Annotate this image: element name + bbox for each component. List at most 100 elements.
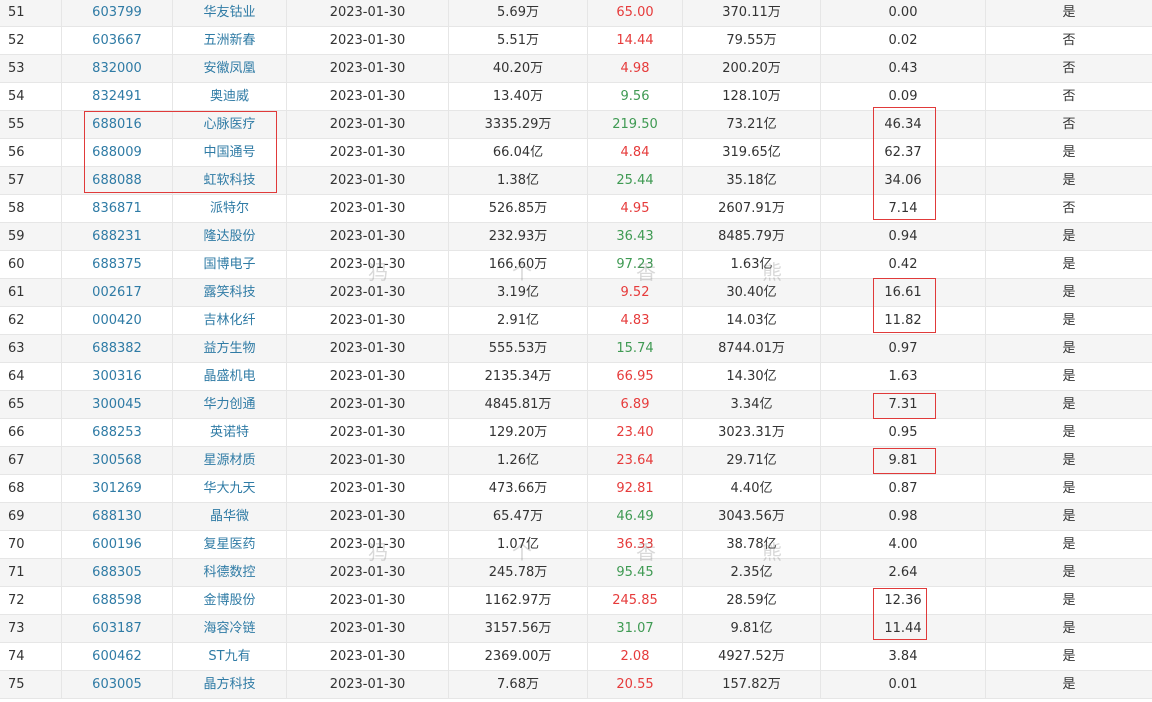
date-cell: 2023-01-30 (287, 643, 449, 670)
stock-code-link[interactable]: 688382 (62, 335, 173, 362)
stock-name-link[interactable]: 吉林化纤 (173, 307, 287, 334)
row-index: 56 (0, 139, 62, 166)
stock-code-link[interactable]: 603005 (62, 671, 173, 698)
value-cell: 0.97 (821, 335, 986, 362)
stock-name-link[interactable]: 国博电子 (173, 251, 287, 278)
stock-name-link[interactable]: 心脉医疗 (173, 111, 287, 138)
flag-cell: 是 (1062, 369, 1076, 384)
amount-cell: 3023.31万 (683, 419, 821, 446)
date-cell: 2023-01-30 (287, 503, 449, 530)
flag-cell: 是 (1062, 257, 1076, 272)
stock-code-link[interactable]: 688009 (62, 139, 173, 166)
volume-cell: 232.93万 (449, 223, 588, 250)
stock-name-link[interactable]: 派特尔 (173, 195, 287, 222)
table-row: 68 301269 华大九天 2023-01-30 473.66万 92.81 4.40亿 0… (0, 475, 1152, 503)
stock-name-link[interactable]: 华大九天 (173, 475, 287, 502)
stock-name-link[interactable]: 晶华微 (173, 503, 287, 530)
stock-name-link[interactable]: 益方生物 (173, 335, 287, 362)
stock-code-link[interactable]: 000420 (62, 307, 173, 334)
stock-name-link[interactable]: 中国通号 (173, 139, 287, 166)
stock-code-link[interactable]: 600196 (62, 531, 173, 558)
table-row: 56 688009 中国通号 2023-01-30 66.04亿 4.84 319.65亿 6… (0, 139, 1152, 167)
stock-name-link[interactable]: 复星医药 (173, 531, 287, 558)
stock-code-link[interactable]: 688598 (62, 587, 173, 614)
stock-code-link[interactable]: 603667 (62, 27, 173, 54)
stock-code-link[interactable]: 688088 (62, 167, 173, 194)
stock-name-link[interactable]: 科德数控 (173, 559, 287, 586)
stock-name-link[interactable]: 英诺特 (173, 419, 287, 446)
value-cell: 0.98 (821, 503, 986, 530)
amount-cell: 73.21亿 (683, 111, 821, 138)
flag-cell: 是 (1062, 677, 1076, 692)
stock-name-link[interactable]: 虹软科技 (173, 167, 287, 194)
amount-cell: 370.11万 (683, 0, 821, 26)
stock-name-link[interactable]: 五洲新春 (173, 27, 287, 54)
stock-code-link[interactable]: 300568 (62, 447, 173, 474)
row-index: 69 (0, 503, 62, 530)
stock-name-link[interactable]: 晶方科技 (173, 671, 287, 698)
volume-cell: 3335.29万 (449, 111, 588, 138)
stock-code-link[interactable]: 688305 (62, 559, 173, 586)
stock-code-link[interactable]: 688016 (62, 111, 173, 138)
value-cell: 0.87 (821, 475, 986, 502)
stock-code-link[interactable]: 688231 (62, 223, 173, 250)
stock-name-link[interactable]: 露笑科技 (173, 279, 287, 306)
row-index: 64 (0, 363, 62, 390)
ratio-cell: 4.95 (588, 195, 683, 222)
stock-code-link[interactable]: 300045 (62, 391, 173, 418)
row-index: 51 (0, 0, 62, 26)
stock-name-link[interactable]: 金博股份 (173, 587, 287, 614)
flag-cell: 是 (1062, 509, 1076, 524)
table-row: 63 688382 益方生物 2023-01-30 555.53万 15.74 8744.0… (0, 335, 1152, 363)
date-cell: 2023-01-30 (287, 55, 449, 82)
table-row: 62 000420 吉林化纤 2023-01-30 2.91亿 4.83 14.03亿 11.… (0, 307, 1152, 335)
stock-name-link[interactable]: 晶盛机电 (173, 363, 287, 390)
stock-code-link[interactable]: 002617 (62, 279, 173, 306)
stock-name-link[interactable]: ST九有 (173, 643, 287, 670)
stock-code-link[interactable]: 688130 (62, 503, 173, 530)
row-index: 74 (0, 643, 62, 670)
value-cell: 0.00 (821, 0, 986, 26)
stock-name-link[interactable]: 安徽凤凰 (173, 55, 287, 82)
stock-name-link[interactable]: 隆达股份 (173, 223, 287, 250)
value-cell: 0.94 (821, 223, 986, 250)
table-row: 70 600196 复星医药 2023-01-30 1.07亿 36.33 38.78亿 4.… (0, 531, 1152, 559)
stock-name-link[interactable]: 星源材质 (173, 447, 287, 474)
amount-cell: 30.40亿 (683, 279, 821, 306)
stock-code-link[interactable]: 832491 (62, 83, 173, 110)
amount-cell: 35.18亿 (683, 167, 821, 194)
flag-cell: 是 (1062, 285, 1076, 300)
row-index: 61 (0, 279, 62, 306)
amount-cell: 14.03亿 (683, 307, 821, 334)
row-index: 62 (0, 307, 62, 334)
amount-cell: 3043.56万 (683, 503, 821, 530)
value-cell: 7.31 (821, 391, 986, 418)
stock-code-link[interactable]: 301269 (62, 475, 173, 502)
date-cell: 2023-01-30 (287, 531, 449, 558)
stock-code-link[interactable]: 603187 (62, 615, 173, 642)
stock-name-link[interactable]: 海容冷链 (173, 615, 287, 642)
stock-code-link[interactable]: 836871 (62, 195, 173, 222)
table-row: 51 603799 华友钴业 2023-01-30 5.69万 65.00 370.11万 0… (0, 0, 1152, 27)
stock-name-link[interactable]: 华友钴业 (173, 0, 287, 26)
stock-code-link[interactable]: 688375 (62, 251, 173, 278)
date-cell: 2023-01-30 (287, 223, 449, 250)
volume-cell: 1.38亿 (449, 167, 588, 194)
date-cell: 2023-01-30 (287, 307, 449, 334)
ratio-cell: 23.40 (588, 419, 683, 446)
stock-code-link[interactable]: 603799 (62, 0, 173, 26)
stock-code-link[interactable]: 688253 (62, 419, 173, 446)
stock-code-link[interactable]: 600462 (62, 643, 173, 670)
ratio-cell: 9.56 (588, 83, 683, 110)
value-cell: 2.64 (821, 559, 986, 586)
stock-name-link[interactable]: 华力创通 (173, 391, 287, 418)
volume-cell: 66.04亿 (449, 139, 588, 166)
stock-code-link[interactable]: 832000 (62, 55, 173, 82)
volume-cell: 245.78万 (449, 559, 588, 586)
flag-cell: 是 (1062, 173, 1076, 188)
stock-code-link[interactable]: 300316 (62, 363, 173, 390)
amount-cell: 4927.52万 (683, 643, 821, 670)
value-cell: 12.36 (821, 587, 986, 614)
ratio-cell: 20.55 (588, 671, 683, 698)
stock-name-link[interactable]: 奥迪威 (173, 83, 287, 110)
